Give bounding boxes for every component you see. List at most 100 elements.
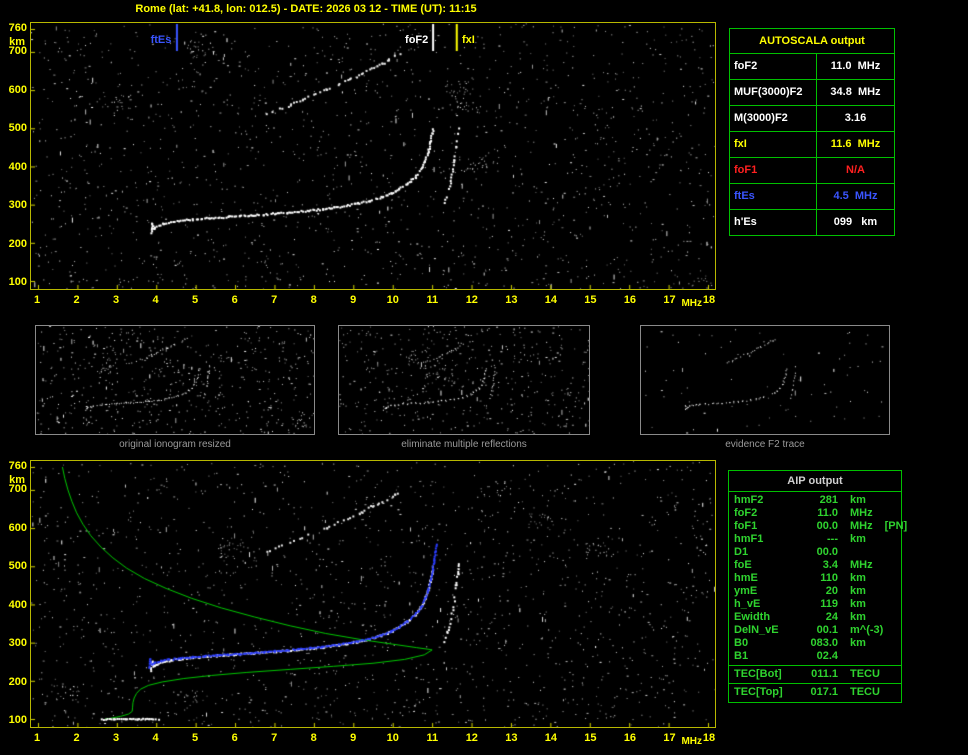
aip-row: hmF1 --- km xyxy=(729,533,901,546)
y-axis-label: 100 xyxy=(8,276,27,288)
aip-row-label: foF2 xyxy=(734,507,758,519)
bottom-ionogram-canvas xyxy=(31,461,715,727)
x-axis-label: 15 xyxy=(584,294,597,306)
autoscala-row: h'Es 099 km xyxy=(730,210,894,235)
aip-row: foF1 00.0 MHz [PN] xyxy=(729,520,907,533)
autoscala-table-rows: foF2 11.0 MHz MUF(3000)F2 34.8 MHz M(3000)F2… xyxy=(730,54,894,235)
y-axis-label: 500 xyxy=(8,122,27,135)
aip-row-value: 281 xyxy=(819,494,838,506)
autoscala-row-label: ftEs xyxy=(730,184,817,209)
aip-row-unit: km xyxy=(850,494,866,506)
y-axis-label: 760 xyxy=(8,22,27,34)
autoscala-row-value: 3.16 xyxy=(844,112,867,124)
aip-row-note: [PN] xyxy=(884,520,908,532)
aip-row-value: 24 xyxy=(825,611,838,623)
x-axis-label: 6 xyxy=(231,732,238,744)
autoscala-row-value: 4.5 MHz xyxy=(833,190,878,202)
aip-row-label: h_vE xyxy=(734,598,761,610)
aip-row: TEC[Top] 017.1 TECU xyxy=(729,686,901,699)
aip-row: h_vE 119 km xyxy=(729,598,901,611)
aip-row-value: 11.0 xyxy=(817,507,838,519)
x-axis-label: 13 xyxy=(505,732,518,744)
autoscala-row: foF1 N/A xyxy=(730,158,894,184)
thumbnail-original-canvas xyxy=(36,326,314,434)
x-axis-unit: MHz xyxy=(681,736,703,747)
thumbnail-caption: original ionogram resized xyxy=(119,439,231,450)
x-axis-label: 11 xyxy=(426,294,439,306)
thumbnail-evidence-f2 xyxy=(640,325,890,435)
autoscala-row-label: foF1 xyxy=(730,158,817,183)
thumbnail-caption: eliminate multiple reflections xyxy=(401,439,527,450)
x-axis-label: 2 xyxy=(73,294,80,306)
x-axis-label: 4 xyxy=(152,294,159,306)
aip-row: hmE 110 km xyxy=(729,572,901,585)
aip-row: TEC[Bot] 011.1 TECU xyxy=(729,668,901,681)
aip-row-label: foE xyxy=(734,559,752,571)
autoscala-row: fxI 11.6 MHz xyxy=(730,132,894,158)
x-axis-label: 10 xyxy=(386,294,399,306)
x-axis-label: 11 xyxy=(426,732,439,744)
x-axis-label: 8 xyxy=(310,732,317,744)
x-axis-label: 7 xyxy=(271,732,278,744)
aip-row: B1 02.4 xyxy=(729,650,901,663)
aip-row-label: hmF1 xyxy=(734,533,764,545)
x-axis-label: 12 xyxy=(465,294,478,306)
x-axis-label: 9 xyxy=(350,294,357,306)
autoscala-row-value: 11.0 MHz xyxy=(830,60,881,72)
aip-row-value: 011.1 xyxy=(811,668,838,680)
aip-row-label: TEC[Top] xyxy=(734,686,783,698)
x-axis-label: 14 xyxy=(544,732,557,744)
y-axis-label: 200 xyxy=(8,237,27,250)
y-axis-label: 500 xyxy=(8,560,27,573)
x-axis-label: 17 xyxy=(663,732,676,744)
aip-output-table: AIP output hmF2 281 km foF2 11.0 MHz foF1 00.0 M… xyxy=(728,470,907,703)
aip-row-unit: MHz xyxy=(850,520,873,532)
y-axis-label: 200 xyxy=(8,675,27,688)
autoscala-row: M(3000)F2 3.16 xyxy=(730,106,894,132)
aip-divider xyxy=(729,683,901,684)
autoscala-row-label: MUF(3000)F2 xyxy=(730,80,817,105)
aip-row: Ewidth 24 km xyxy=(729,611,901,624)
aip-row: B0 083.0 km xyxy=(729,637,901,650)
aip-row: ymE 20 km xyxy=(729,585,901,598)
autoscala-table-title: AUTOSCALA output xyxy=(730,29,894,54)
y-axis-label: 600 xyxy=(8,83,27,96)
x-axis-label: 5 xyxy=(192,294,199,306)
y-axis-label: 400 xyxy=(8,160,27,173)
y-axis-label: 760 xyxy=(8,460,27,472)
aip-row-label: DelN_vE xyxy=(734,624,779,636)
ionogram-plot-top xyxy=(30,22,716,290)
x-axis-label: 8 xyxy=(310,294,317,306)
aip-row: D1 00.0 xyxy=(729,546,901,559)
thumbnail-eliminate-reflections xyxy=(338,325,590,435)
aip-row: foE 3.4 MHz xyxy=(729,559,901,572)
aip-row: hmF2 281 km xyxy=(729,494,901,507)
aip-row-value: 3.4 xyxy=(822,559,838,571)
x-axis-label: 3 xyxy=(112,732,120,744)
aip-row-unit: MHz xyxy=(850,507,873,519)
x-axis-label: 16 xyxy=(623,732,637,744)
thumbnail-eliminate-canvas xyxy=(339,326,589,434)
y-axis-label: 100 xyxy=(8,714,27,726)
x-axis-label: 4 xyxy=(152,732,159,744)
x-axis-label: 13 xyxy=(505,294,518,306)
aip-row-label: foF1 xyxy=(734,520,758,532)
aip-table-rows: hmF2 281 km foF2 11.0 MHz foF1 00.0 MHz [PN] hmF1 -… xyxy=(729,494,907,699)
aip-row-label: B0 xyxy=(734,637,749,649)
marker-label-ftEs: ftEs xyxy=(150,34,172,46)
autoscala-output-table: AUTOSCALA output foF2 11.0 MHz MUF(3000)F2… xyxy=(729,28,895,236)
aip-row-unit: km xyxy=(850,585,866,597)
aip-row-unit: TECU xyxy=(850,686,880,698)
aip-divider xyxy=(729,665,901,666)
aip-row-value: --- xyxy=(827,533,838,545)
x-axis-label: 1 xyxy=(33,294,41,306)
autoscala-row: MUF(3000)F2 34.8 MHz xyxy=(730,80,894,106)
x-axis-label: 16 xyxy=(623,294,637,306)
x-axis-label: 6 xyxy=(231,294,238,306)
aip-row-value: 00.0 xyxy=(816,520,838,532)
x-axis-label: 17 xyxy=(663,294,676,306)
aip-row-label: Ewidth xyxy=(734,611,771,623)
y-axis-label: 600 xyxy=(8,521,27,534)
page-title: Rome (lat: +41.8, lon: 012.5) - DATE: 20… xyxy=(135,3,477,15)
aip-row-unit: km xyxy=(850,637,866,649)
